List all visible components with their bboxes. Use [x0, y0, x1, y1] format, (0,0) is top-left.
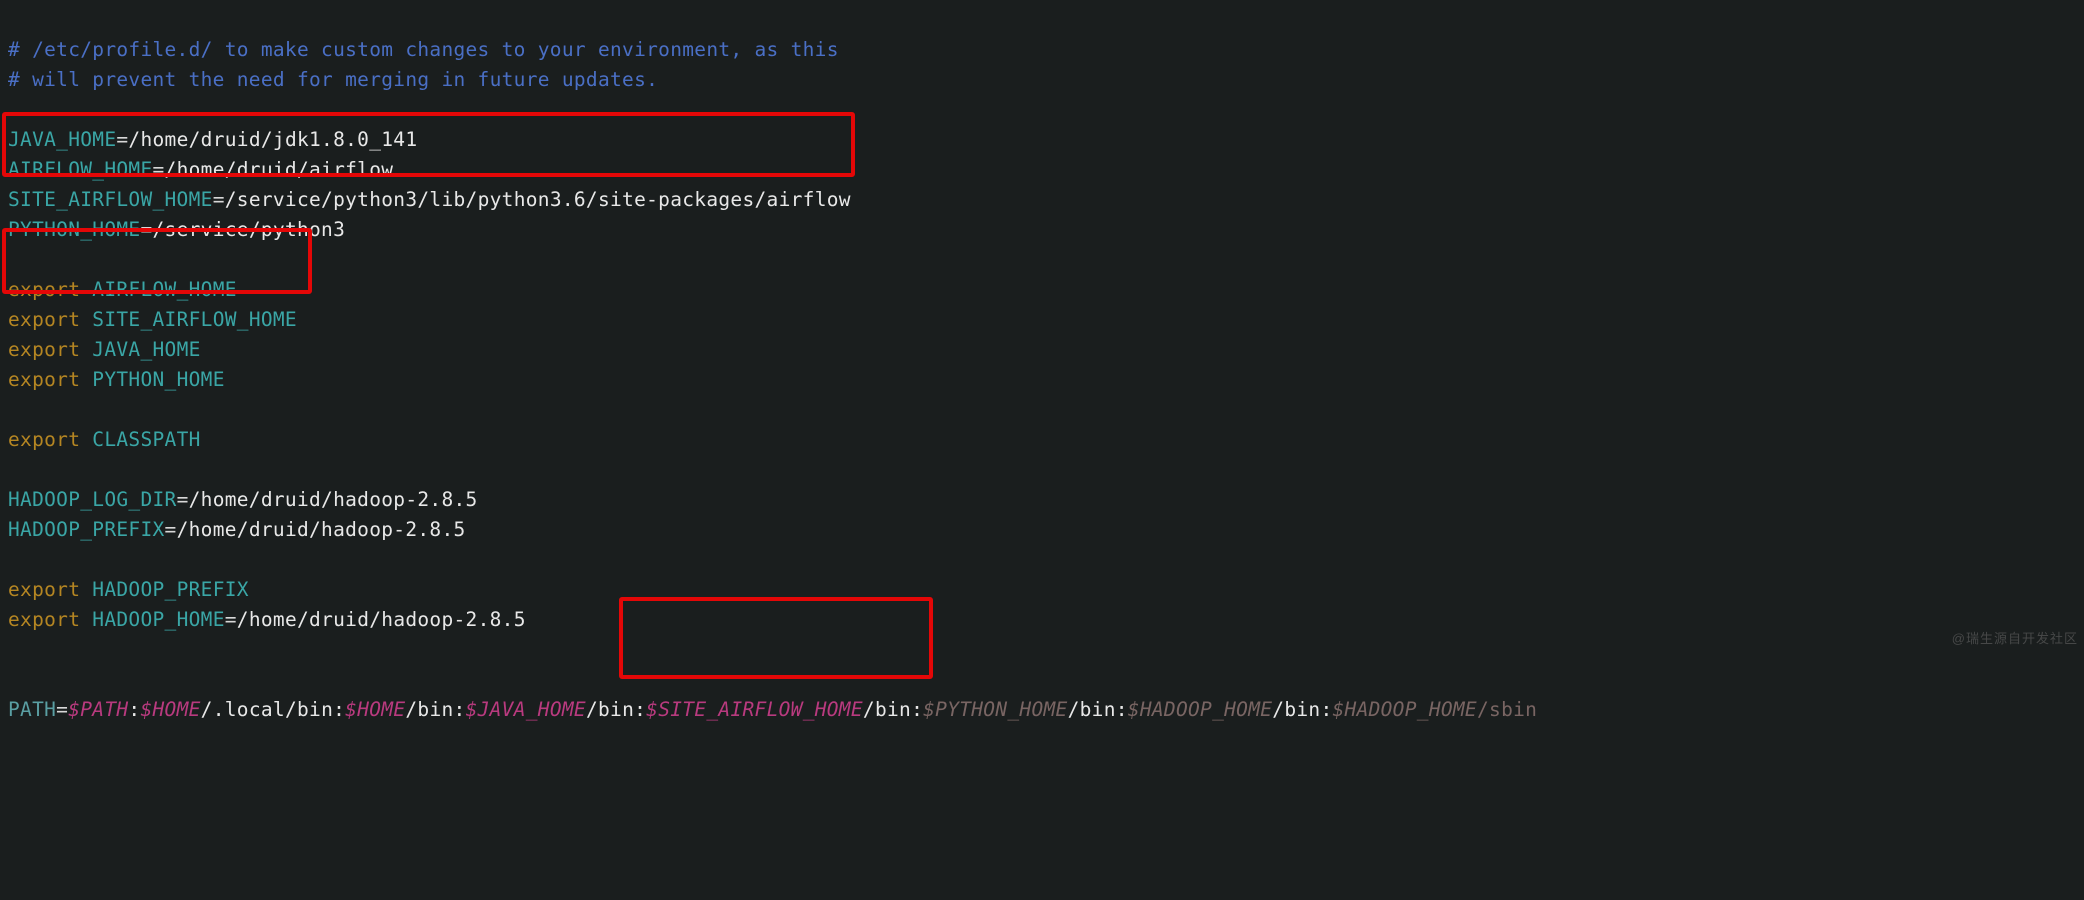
val-java-home: /home/druid/jdk1.8.0_141 — [128, 128, 417, 151]
path-colon: : — [128, 698, 140, 721]
seg-bin: /bin: — [405, 698, 465, 721]
dollar-home: $HOME — [345, 698, 405, 721]
var-path: PATH — [8, 698, 56, 721]
comment-line-1: # /etc/profile.d/ to make custom changes… — [8, 38, 839, 61]
val-hadoop-prefix: /home/druid/hadoop-2.8.5 — [177, 518, 466, 541]
equals-sign: = — [116, 128, 128, 151]
seg-sbin: /sbin — [1477, 698, 1537, 721]
var-python-home: PYTHON_HOME — [8, 218, 140, 241]
export-keyword: export — [8, 338, 80, 361]
equals-sign: = — [140, 218, 152, 241]
export-hadoop-prefix: HADOOP_PREFIX — [92, 578, 249, 601]
export-keyword: export — [8, 428, 80, 451]
equals-sign: = — [225, 608, 237, 631]
dollar-path: $PATH — [68, 698, 128, 721]
dollar-hadoop-home: $HADOOP_HOME — [1128, 698, 1272, 721]
export-keyword: export — [8, 278, 80, 301]
equals-sign: = — [152, 158, 164, 181]
var-airflow-home: AIRFLOW_HOME — [8, 158, 152, 181]
var-hadoop-prefix: HADOOP_PREFIX — [8, 518, 165, 541]
watermark-text: @瑞生源自开发社区 — [1952, 624, 2078, 654]
dollar-java-home: $JAVA_HOME — [466, 698, 586, 721]
dollar-site-airflow: $SITE_AIRFLOW_HOME — [646, 698, 863, 721]
var-java-home: JAVA_HOME — [8, 128, 116, 151]
equals-sign: = — [56, 698, 68, 721]
equals-sign: = — [213, 188, 225, 211]
dollar-hadoop-home-2-suf: HOME — [1429, 698, 1477, 721]
seg-bin: /bin: — [1272, 698, 1332, 721]
seg-bin: /bin: — [863, 698, 923, 721]
dollar-hadoop-home-2: $HADOOP_ — [1332, 698, 1428, 721]
export-java: JAVA_HOME — [92, 338, 200, 361]
val-site-airflow-home: /service/python3/lib/python3.6/site-pack… — [225, 188, 851, 211]
var-site-airflow-home: SITE_AIRFLOW_HOME — [8, 188, 213, 211]
export-keyword: export — [8, 608, 80, 631]
var-hadoop-log-dir: HADOOP_LOG_DIR — [8, 488, 177, 511]
seg-local: /.local/bin: — [201, 698, 345, 721]
val-airflow-home: /home/druid/airflow — [165, 158, 394, 181]
val-python-home: /service/python3 — [153, 218, 346, 241]
val-hadoop-home: /home/druid/hadoop-2.8.5 — [237, 608, 526, 631]
export-classpath: CLASSPATH — [92, 428, 200, 451]
export-airflow: AIRFLOW_HOME — [92, 278, 236, 301]
export-site-airflow: SITE_AIRFLOW_HOME — [92, 308, 297, 331]
dollar-python-home: $PYTHON_HOME — [923, 698, 1067, 721]
comment-line-2: # will prevent the need for merging in f… — [8, 68, 658, 91]
dollar-home: $HOME — [140, 698, 200, 721]
export-hadoop-home: HADOOP_HOME — [92, 608, 224, 631]
code-area: # /etc/profile.d/ to make custom changes… — [8, 5, 2076, 725]
export-python: PYTHON_HOME — [92, 368, 224, 391]
equals-sign: = — [165, 518, 177, 541]
equals-sign: = — [177, 488, 189, 511]
export-keyword: export — [8, 308, 80, 331]
seg-bin: /bin: — [586, 698, 646, 721]
export-keyword: export — [8, 578, 80, 601]
val-hadoop-log-dir: /home/druid/hadoop-2.8.5 — [189, 488, 478, 511]
seg-bin: /bin: — [1068, 698, 1128, 721]
export-keyword: export — [8, 368, 80, 391]
